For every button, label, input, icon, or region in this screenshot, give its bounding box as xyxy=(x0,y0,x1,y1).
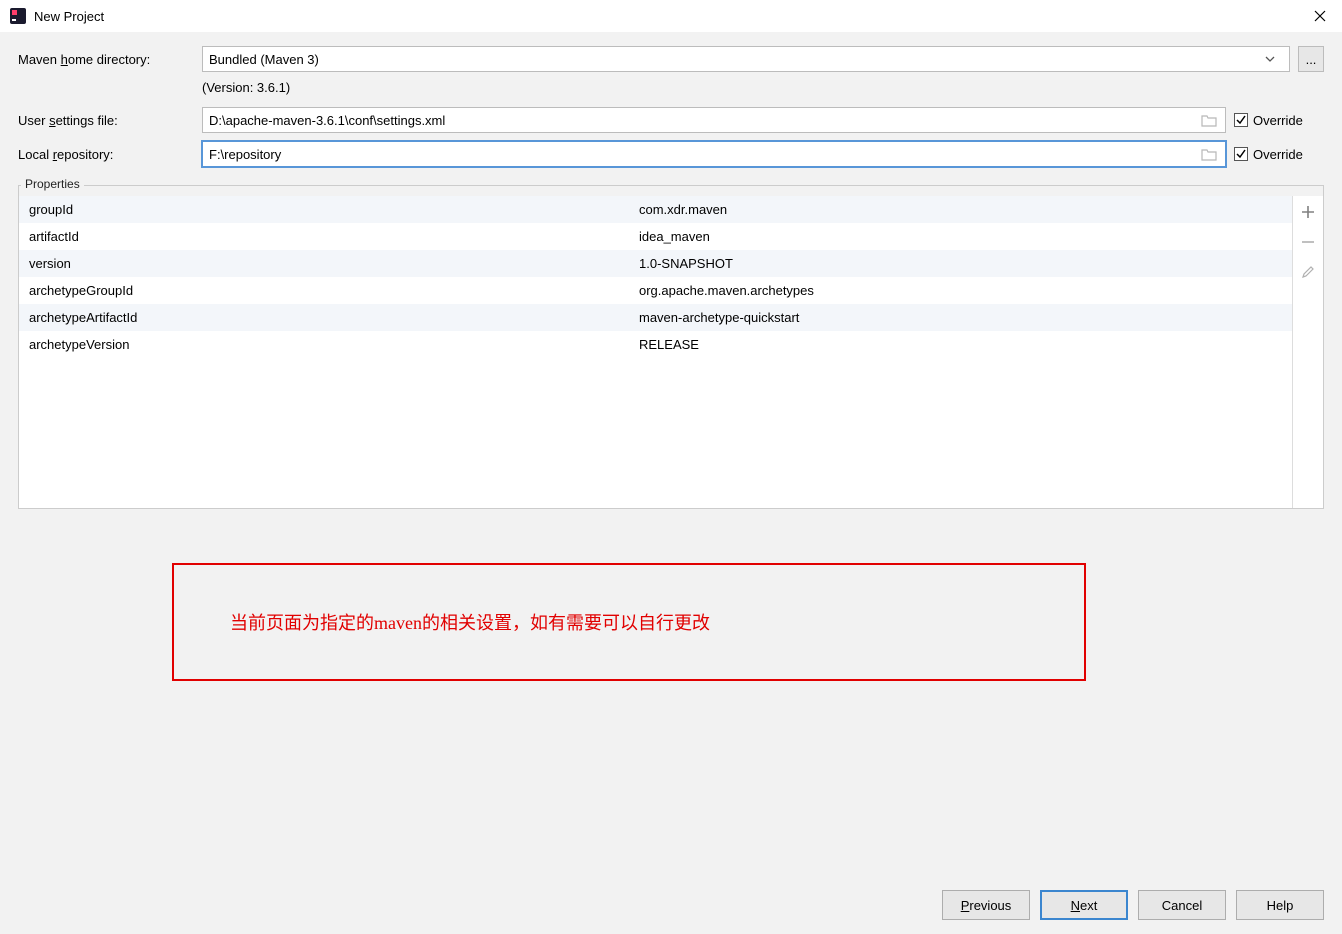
folder-icon[interactable] xyxy=(1201,114,1219,127)
maven-home-value: Bundled (Maven 3) xyxy=(209,52,1265,67)
remove-icon[interactable] xyxy=(1298,232,1318,252)
close-icon[interactable] xyxy=(1308,4,1332,28)
local-repo-label: Local repository: xyxy=(18,147,194,162)
user-settings-input[interactable]: D:\apache-maven-3.6.1\conf\settings.xml xyxy=(202,107,1226,133)
user-settings-value: D:\apache-maven-3.6.1\conf\settings.xml xyxy=(209,113,1201,128)
annotation-overlay: 当前页面为指定的maven的相关设置，如有需要可以自行更改 xyxy=(172,563,1086,681)
properties-panel: groupId com.xdr.maven artifactId idea_ma… xyxy=(19,196,1323,508)
next-button[interactable]: Next xyxy=(1040,890,1128,920)
local-repo-input[interactable]: F:\repository xyxy=(202,141,1226,167)
prop-value: 1.0-SNAPSHOT xyxy=(637,256,1292,271)
prop-key: artifactId xyxy=(19,229,637,244)
checkbox-icon xyxy=(1234,147,1248,161)
prop-key: groupId xyxy=(19,202,637,217)
local-repo-override[interactable]: Override xyxy=(1234,147,1324,162)
override-label: Override xyxy=(1253,147,1303,162)
table-row[interactable]: groupId com.xdr.maven xyxy=(19,196,1292,223)
annotation-text: 当前页面为指定的maven的相关设置，如有需要可以自行更改 xyxy=(230,609,710,635)
chevron-down-icon xyxy=(1265,56,1283,62)
properties-actions xyxy=(1293,196,1323,508)
maven-home-row: Maven home directory: Bundled (Maven 3) … xyxy=(18,46,1324,72)
maven-home-label: Maven home directory: xyxy=(18,52,194,67)
table-row[interactable]: archetypeArtifactId maven-archetype-quic… xyxy=(19,304,1292,331)
prop-value: maven-archetype-quickstart xyxy=(637,310,1292,325)
prop-key: version xyxy=(19,256,637,271)
table-row[interactable]: artifactId idea_maven xyxy=(19,223,1292,250)
maven-version-label: (Version: 3.6.1) xyxy=(202,80,1324,95)
properties-table[interactable]: groupId com.xdr.maven artifactId idea_ma… xyxy=(19,196,1293,508)
prop-value: com.xdr.maven xyxy=(637,202,1292,217)
add-icon[interactable] xyxy=(1298,202,1318,222)
checkbox-icon xyxy=(1234,113,1248,127)
properties-legend: Properties xyxy=(21,177,84,191)
user-settings-label: User settings file: xyxy=(18,113,194,128)
prop-value: idea_maven xyxy=(637,229,1292,244)
prop-key: archetypeArtifactId xyxy=(19,310,637,325)
table-row[interactable]: archetypeVersion RELEASE xyxy=(19,331,1292,358)
local-repo-value: F:\repository xyxy=(209,147,1201,162)
user-settings-override[interactable]: Override xyxy=(1234,113,1324,128)
table-row[interactable]: version 1.0-SNAPSHOT xyxy=(19,250,1292,277)
table-row[interactable]: archetypeGroupId org.apache.maven.archet… xyxy=(19,277,1292,304)
local-repo-row: Local repository: F:\repository Override xyxy=(18,141,1324,167)
button-bar: Previous Next Cancel Help xyxy=(942,890,1324,920)
titlebar: New Project xyxy=(0,0,1342,32)
override-label: Override xyxy=(1253,113,1303,128)
table-empty-space xyxy=(19,358,1292,508)
prop-value: org.apache.maven.archetypes xyxy=(637,283,1292,298)
dialog-content: Maven home directory: Bundled (Maven 3) … xyxy=(0,32,1342,509)
help-button[interactable]: Help xyxy=(1236,890,1324,920)
cancel-button[interactable]: Cancel xyxy=(1138,890,1226,920)
maven-home-browse-button[interactable]: ... xyxy=(1298,46,1324,72)
prop-key: archetypeVersion xyxy=(19,337,637,352)
app-icon xyxy=(10,8,26,24)
user-settings-row: User settings file: D:\apache-maven-3.6.… xyxy=(18,107,1324,133)
maven-home-combo[interactable]: Bundled (Maven 3) xyxy=(202,46,1290,72)
prop-value: RELEASE xyxy=(637,337,1292,352)
prop-key: archetypeGroupId xyxy=(19,283,637,298)
previous-button[interactable]: Previous xyxy=(942,890,1030,920)
window-title: New Project xyxy=(34,9,1308,24)
folder-icon[interactable] xyxy=(1201,148,1219,161)
edit-icon[interactable] xyxy=(1298,262,1318,282)
properties-fieldset: Properties groupId com.xdr.maven artifac… xyxy=(18,185,1324,509)
